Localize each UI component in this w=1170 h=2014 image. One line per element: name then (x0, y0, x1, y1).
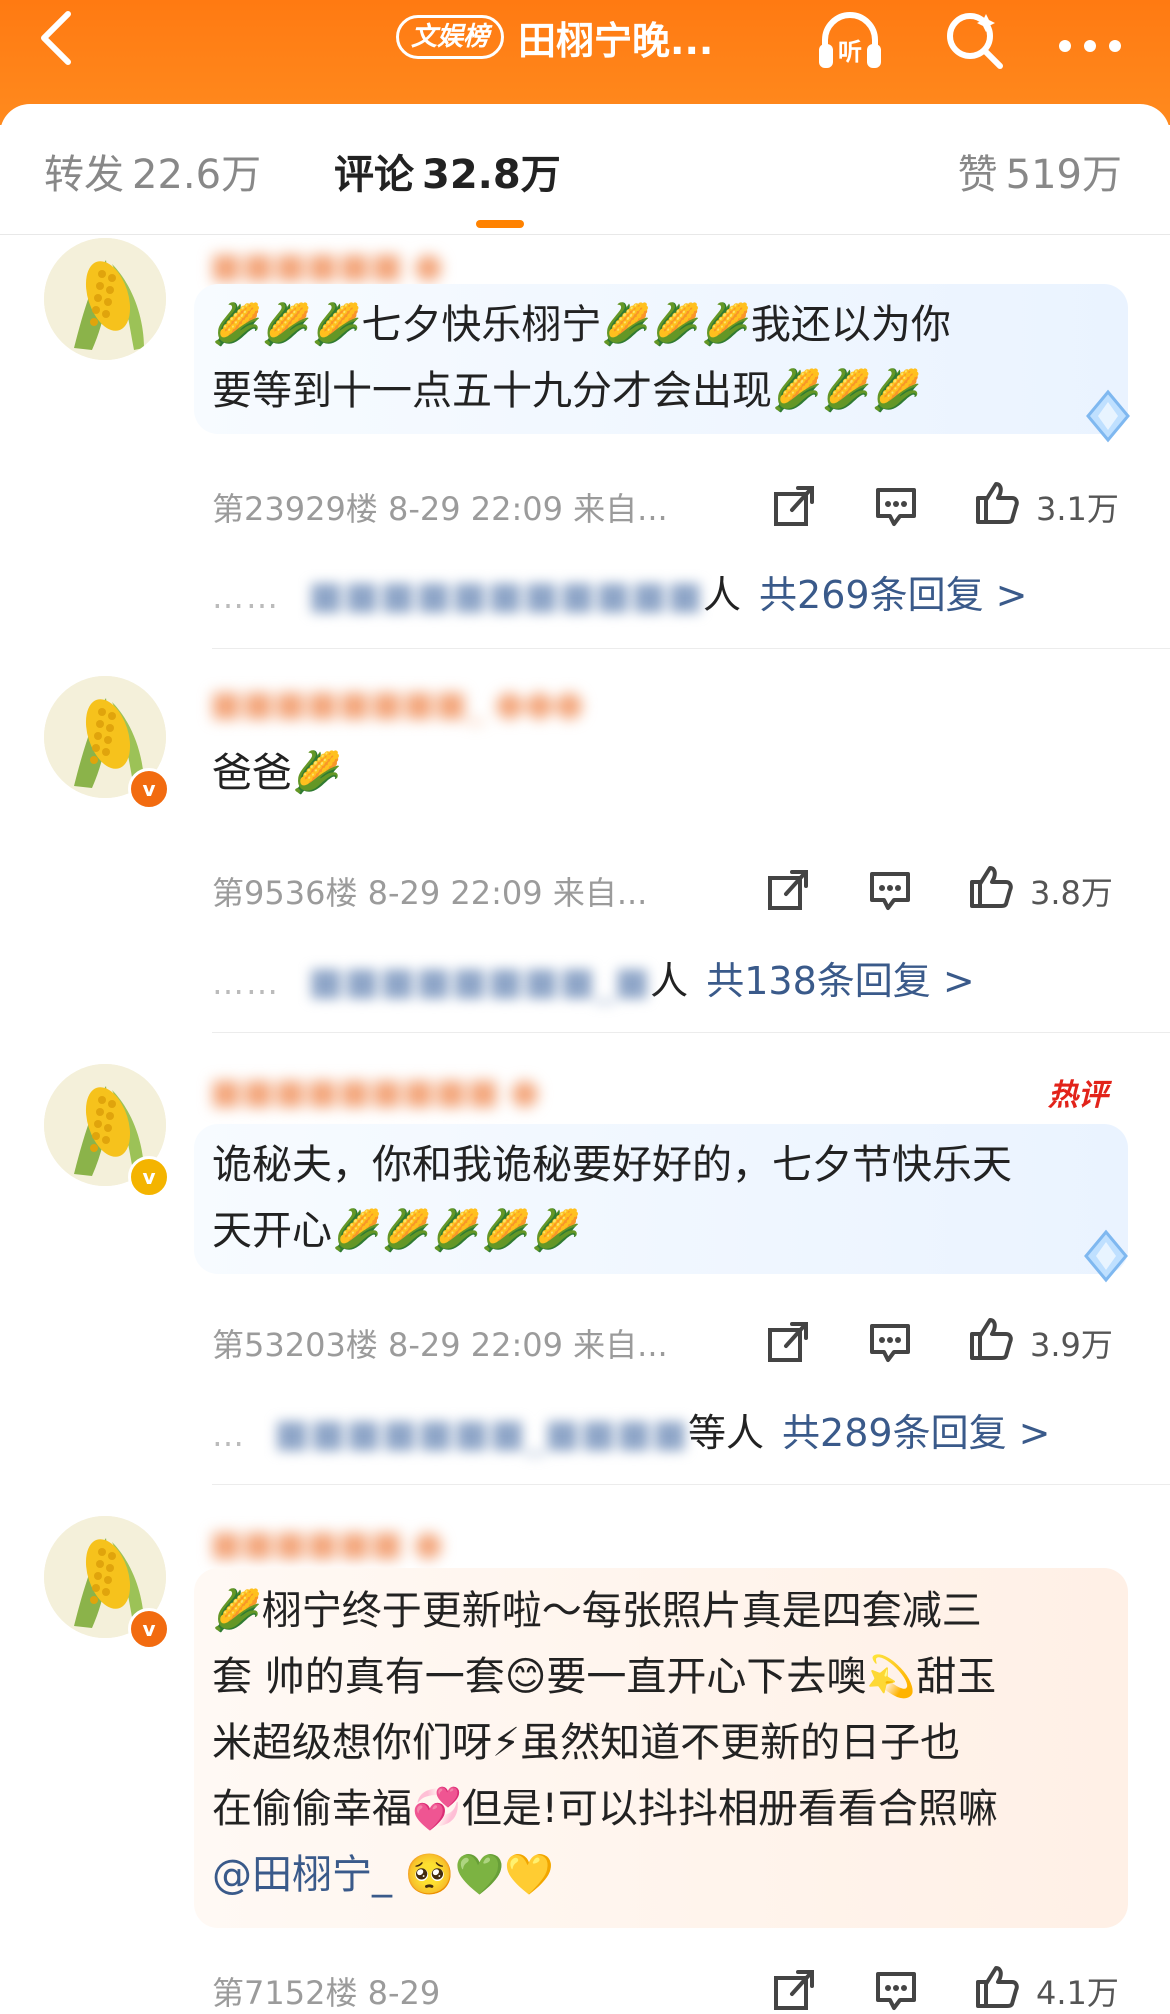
comment-item: v ■■■■■■■■_ ●●● 爸爸🌽 第9536楼 8-29 22:09 来自… (0, 676, 1170, 1033)
share-icon[interactable] (770, 482, 818, 530)
comment-item: ■■■■■■ ● 🌽🌽🌽七夕快乐栩宁🌽🌽🌽我还以为你 要等到十一点五十九分才会出… (0, 238, 1170, 649)
comment-item: v ■■■■■■ ● 🌽栩宁终于更新啦～每张照片真是四套减三 套 帅的真有一套😊… (0, 1516, 1170, 2013)
divider (212, 1032, 1170, 1033)
view-replies-link[interactable]: 共289条回复 > (782, 1411, 1050, 1455)
comment-meta: 第9536楼 8-29 22:09 来自... (212, 868, 647, 914)
listen-button[interactable]: 听 (815, 6, 885, 76)
tab-comment-count: 32.8万 (422, 152, 561, 198)
comment-meta: 第23929楼 8-29 22:09 来自... (212, 484, 668, 530)
diamond-sparkle-icon (1084, 1230, 1128, 1282)
comment-time: 8-29 22:09 (387, 1326, 563, 1364)
comment-text-line: 要等到十一点五十九分才会出现🌽🌽🌽 (212, 368, 922, 414)
search-icon[interactable] (940, 6, 1010, 76)
comment-icon[interactable] (872, 1966, 920, 2014)
comment-text-line: 诡秘夫，你和我诡秘要好好的，七夕节快乐天 (212, 1142, 1012, 1188)
username-blurred[interactable]: ■■■■■■■■_ ●●● (210, 684, 584, 724)
view-replies-link[interactable]: 共138条回复 > (706, 959, 974, 1003)
back-icon[interactable] (30, 8, 90, 68)
reply-summary[interactable]: … ■■■■■■■_■■■■等人 共289条回复 > (212, 1402, 1051, 1457)
like-count: 3.1万 (1036, 490, 1119, 528)
comment-icon[interactable] (866, 866, 914, 914)
tab-like-count: 519万 (1005, 152, 1122, 198)
page-title: 田栩宁晚... (518, 18, 714, 63)
user-mention-link[interactable]: @田栩宁_ (212, 1852, 392, 1898)
comment-time: 8-29 22:09 (367, 874, 543, 912)
comment-meta: 第7152楼 8-29 (212, 1968, 440, 2014)
reply-dots: …… (212, 578, 280, 616)
like-icon[interactable] (966, 862, 1014, 910)
share-icon[interactable] (770, 1966, 818, 2014)
floor-number: 第53203楼 (212, 1326, 378, 1364)
floor-number: 第7152楼 (212, 1974, 358, 2012)
replier-names-blurred: ■■■■■■■■_■ (308, 959, 651, 1003)
floor-number: 第23929楼 (212, 490, 378, 528)
comment-meta: 第53203楼 8-29 22:09 来自... (212, 1320, 668, 1366)
like-count: 3.9万 (1030, 1326, 1113, 1364)
title-area[interactable]: 文娱榜 田栩宁晚... (396, 12, 714, 63)
reply-summary[interactable]: …… ■■■■■■■■_■人 共138条回复 > (212, 950, 975, 1005)
comment-source: 来自... (552, 874, 648, 912)
tab-forward-count: 22.6万 (132, 152, 262, 198)
comment-text-line: 天开心🌽🌽🌽🌽🌽 (212, 1208, 582, 1254)
comment-text-line: 在偷偷幸福💞但是!可以抖抖相册看看合照嘛 (212, 1786, 998, 1832)
tab-comment[interactable]: 评论 32.8万 (334, 142, 561, 200)
diamond-sparkle-icon (1086, 390, 1130, 442)
comment-text-line: @田栩宁_ 🥺💚💛 (212, 1842, 554, 1908)
comment-icon[interactable] (866, 1318, 914, 1366)
reply-suffix: 人 (650, 959, 689, 1003)
active-tab-indicator (476, 220, 524, 228)
comment-text-line: 米超级想你们呀⚡虽然知道不更新的日子也 (212, 1720, 961, 1766)
comment-source: 来自... (573, 490, 668, 528)
comment-text-line: 🌽🌽🌽七夕快乐栩宁🌽🌽🌽我还以为你 (212, 302, 951, 348)
tab-forward[interactable]: 转发 22.6万 (44, 142, 261, 200)
tab-forward-label: 转发 (44, 152, 124, 198)
like-icon[interactable] (972, 478, 1020, 526)
hot-comment-tag: 热评 (1048, 1078, 1108, 1113)
reply-summary[interactable]: …… ■■■■■■■■■■■人 共269条回复 > (212, 564, 1028, 619)
username-blurred[interactable]: ■■■■■■■■■ ● (210, 1072, 540, 1112)
comment-time: 8-29 22:09 (387, 490, 563, 528)
avatar[interactable] (44, 238, 166, 360)
like-icon[interactable] (972, 1962, 1020, 2010)
entertainment-rank-badge: 文娱榜 (396, 15, 505, 59)
floor-number: 第9536楼 (212, 874, 358, 912)
share-icon[interactable] (764, 1318, 812, 1366)
comment-source: 来自... (573, 1326, 668, 1364)
verified-badge: v (128, 768, 170, 810)
like-icon[interactable] (966, 1314, 1014, 1362)
like-count: 4.1万 (1036, 1974, 1119, 2012)
comment-text-line: 套 帅的真有一套😊要一直开心下去噢💫甜玉 (212, 1654, 997, 1700)
tab-like[interactable]: 赞 519万 (958, 142, 1122, 200)
comment-text-line: 爸爸🌽 (212, 750, 342, 796)
comment-icon[interactable] (872, 482, 920, 530)
reply-dots: …… (212, 964, 280, 1002)
comment-text-line: 🌽栩宁终于更新啦～每张照片真是四套减三 (212, 1588, 982, 1634)
username-blurred[interactable]: ■■■■■■ ● (210, 246, 443, 286)
reply-dots: … (212, 1416, 246, 1454)
tab-comment-label: 评论 (334, 152, 414, 198)
like-count: 3.8万 (1030, 874, 1113, 912)
listen-label: 听 (838, 38, 862, 66)
comment-item: v ■■■■■■■■■ ● 热评 诡秘夫，你和我诡秘要好好的，七夕节快乐天 天开… (0, 1064, 1170, 1485)
tab-like-label: 赞 (957, 152, 998, 198)
share-icon[interactable] (764, 866, 812, 914)
verified-badge: v (128, 1608, 170, 1650)
divider (212, 1484, 1170, 1485)
reply-suffix: 人 (702, 573, 741, 617)
mention-emoji: 🥺💚💛 (404, 1852, 555, 1898)
comment-time: 8-29 (367, 1974, 441, 2012)
headphones-icon: 听 (819, 12, 881, 68)
verified-badge: v (128, 1156, 170, 1198)
more-icon[interactable] (1055, 14, 1125, 84)
replier-names-blurred: ■■■■■■■■■■■ (308, 573, 703, 617)
username-blurred[interactable]: ■■■■■■ ● (210, 1524, 443, 1564)
divider (212, 648, 1170, 649)
view-replies-link[interactable]: 共269条回复 > (759, 573, 1027, 617)
replier-names-blurred: ■■■■■■■_■■■■ (274, 1411, 688, 1455)
reply-suffix: 等人 (687, 1411, 764, 1455)
tab-bar: 转发 22.6万 评论 32.8万 赞 519万 (0, 104, 1170, 235)
